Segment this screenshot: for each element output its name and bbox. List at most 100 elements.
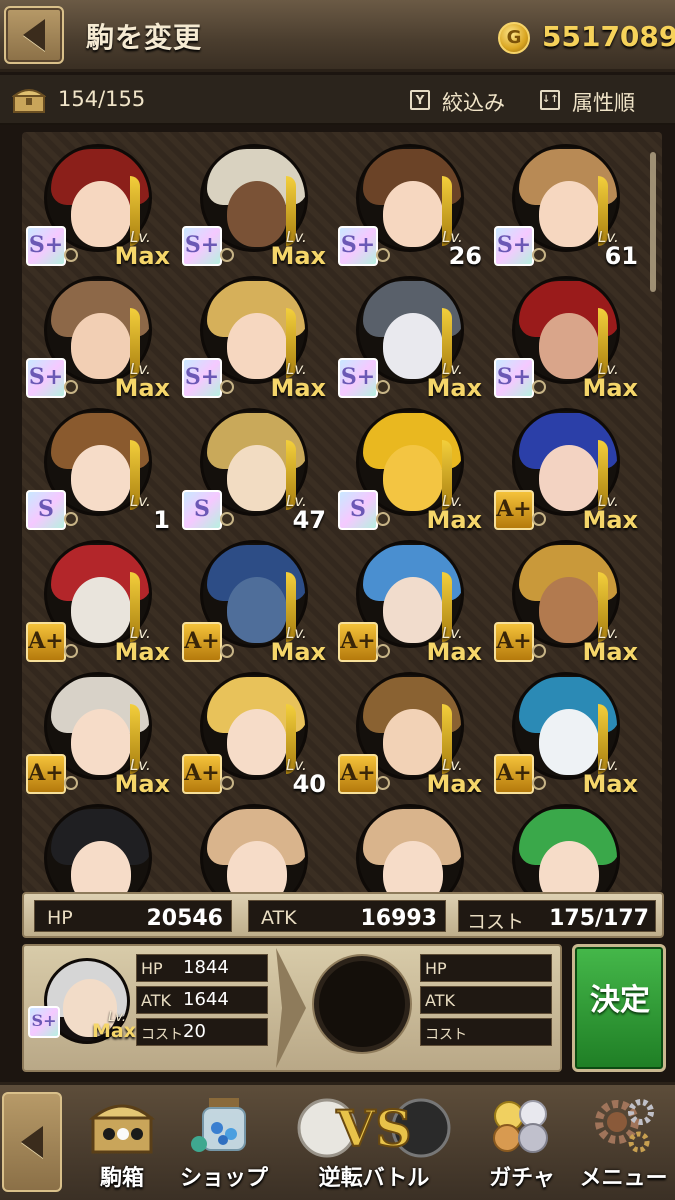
target-unit-slot[interactable]	[314, 956, 410, 1052]
level-value: Max	[270, 374, 326, 402]
gold-coin-icon: G	[498, 22, 530, 54]
rank-badge: S+	[26, 358, 66, 398]
rank-badge: S	[26, 490, 66, 530]
portrait-face	[539, 709, 599, 775]
portrait-face	[71, 709, 131, 775]
lock-icon	[220, 644, 234, 658]
unit-card[interactable]: A+ Lv. Max	[338, 668, 488, 798]
nav-back-button[interactable]	[2, 1092, 62, 1192]
portrait-face	[227, 709, 287, 775]
unit-card[interactable]	[338, 800, 488, 892]
nav-reverse-battle[interactable]: VS 逆転バトル	[276, 1088, 472, 1196]
unit-card[interactable]: S+ Lv. Max	[26, 140, 176, 270]
unit-card[interactable]: S Lv. Max	[338, 404, 488, 534]
unit-card[interactable]: S+ Lv. Max	[182, 272, 332, 402]
nav-gacha[interactable]: ガチャ	[470, 1088, 574, 1196]
unit-card[interactable]	[494, 800, 644, 892]
atk-label: ATK	[261, 907, 297, 929]
unit-card[interactable]: S Lv. 1	[26, 404, 176, 534]
portrait-face	[383, 709, 443, 775]
rank-badge: A+	[338, 622, 378, 662]
level-value: 47	[292, 506, 326, 534]
team-stats-bar: HP 20546 ATK 16993 コスト 175/177	[22, 892, 664, 938]
lock-icon	[64, 776, 78, 790]
target-hp-label: HP	[425, 959, 447, 978]
cost-total: 175/177	[549, 906, 649, 931]
selected-atk-label: ATK	[141, 991, 171, 1010]
selected-level: Max	[92, 1020, 136, 1042]
unit-card[interactable]: S Lv. 47	[182, 404, 332, 534]
target-atk-label: ATK	[425, 991, 455, 1010]
level-value: Max	[114, 374, 170, 402]
unit-card[interactable]: S+ Lv. Max	[26, 272, 176, 402]
nav-shop[interactable]: ショップ	[172, 1088, 276, 1196]
level-value: Max	[114, 242, 170, 270]
portrait-face	[71, 577, 131, 643]
unit-card[interactable]: A+ Lv. Max	[494, 668, 644, 798]
unit-card[interactable]: S+ Lv. Max	[338, 272, 488, 402]
unit-card[interactable]	[182, 800, 332, 892]
sort-button[interactable]: 属性順	[572, 87, 635, 117]
portrait-face	[383, 181, 443, 247]
unit-card[interactable]: S+ Lv. 26	[338, 140, 488, 270]
level-value: Max	[426, 374, 482, 402]
level-value: Max	[270, 242, 326, 270]
unit-count: 154/155	[58, 87, 146, 111]
back-button[interactable]	[4, 6, 64, 64]
unit-card[interactable]: A+ Lv. 40	[182, 668, 332, 798]
portrait-face	[71, 313, 131, 379]
atk-total-box: ATK 16993	[248, 900, 446, 932]
unit-card[interactable]: A+ Lv. Max	[494, 536, 644, 666]
level-value: 1	[153, 506, 170, 534]
cost-label: コスト	[467, 911, 525, 933]
selected-hp: 1844	[183, 957, 229, 978]
page-title: 駒を変更	[86, 21, 203, 54]
rank-badge: A+	[26, 754, 66, 794]
gear-icon	[594, 1099, 654, 1153]
lock-icon	[64, 512, 78, 526]
cost-total-box: コスト 175/177	[458, 900, 656, 933]
nav-unit-box[interactable]: 駒箱	[70, 1088, 174, 1196]
lock-icon	[532, 248, 546, 262]
target-cost-label: コスト	[425, 1027, 467, 1043]
unit-portrait	[200, 804, 308, 892]
unit-card[interactable]: A+ Lv. Max	[494, 404, 644, 534]
level-value: Max	[114, 638, 170, 666]
selected-rank-badge: S+	[28, 1006, 60, 1038]
vs-text: VS	[336, 1099, 412, 1158]
filter-button[interactable]: 絞込み	[442, 87, 505, 117]
coins-icon	[493, 1100, 548, 1153]
filter-icon[interactable]: Y	[410, 90, 430, 110]
confirm-button[interactable]: 決定	[572, 944, 666, 1072]
treasure-box-icon	[88, 1104, 156, 1154]
selected-hp-label: HP	[141, 959, 163, 978]
grid-scrollbar[interactable]	[650, 152, 656, 292]
sort-icon[interactable]: ↓↑	[540, 90, 560, 110]
unit-card[interactable]: S+ Lv. Max	[494, 272, 644, 402]
portrait-face	[71, 445, 131, 511]
level-value: Max	[426, 638, 482, 666]
lock-icon	[220, 776, 234, 790]
nav-menu[interactable]: メニュー	[572, 1088, 675, 1196]
chevron-left-icon	[21, 1126, 43, 1158]
selected-cost-row: コスト 20	[136, 1018, 268, 1046]
lock-icon	[532, 380, 546, 394]
selected-hp-row: HP 1844	[136, 954, 268, 982]
rank-badge: S+	[338, 358, 378, 398]
unit-card[interactable]: A+ Lv. Max	[26, 668, 176, 798]
unit-card[interactable]: A+ Lv. Max	[338, 536, 488, 666]
unit-card[interactable]: S+ Lv. Max	[182, 140, 332, 270]
unit-card[interactable]: A+ Lv. Max	[26, 536, 176, 666]
hp-total-box: HP 20546	[34, 900, 232, 932]
unit-card[interactable]: A+ Lv. Max	[182, 536, 332, 666]
portrait-face	[383, 313, 443, 379]
rank-badge: S+	[182, 226, 222, 266]
nav-label-unit-box: 駒箱	[99, 1166, 144, 1191]
unit-card[interactable]: S+ Lv. 61	[494, 140, 644, 270]
unit-card[interactable]	[26, 800, 176, 892]
level-value: Max	[582, 638, 638, 666]
rank-badge: S+	[494, 226, 534, 266]
lock-icon	[532, 512, 546, 526]
rank-badge: A+	[182, 622, 222, 662]
unit-portrait	[512, 804, 620, 892]
